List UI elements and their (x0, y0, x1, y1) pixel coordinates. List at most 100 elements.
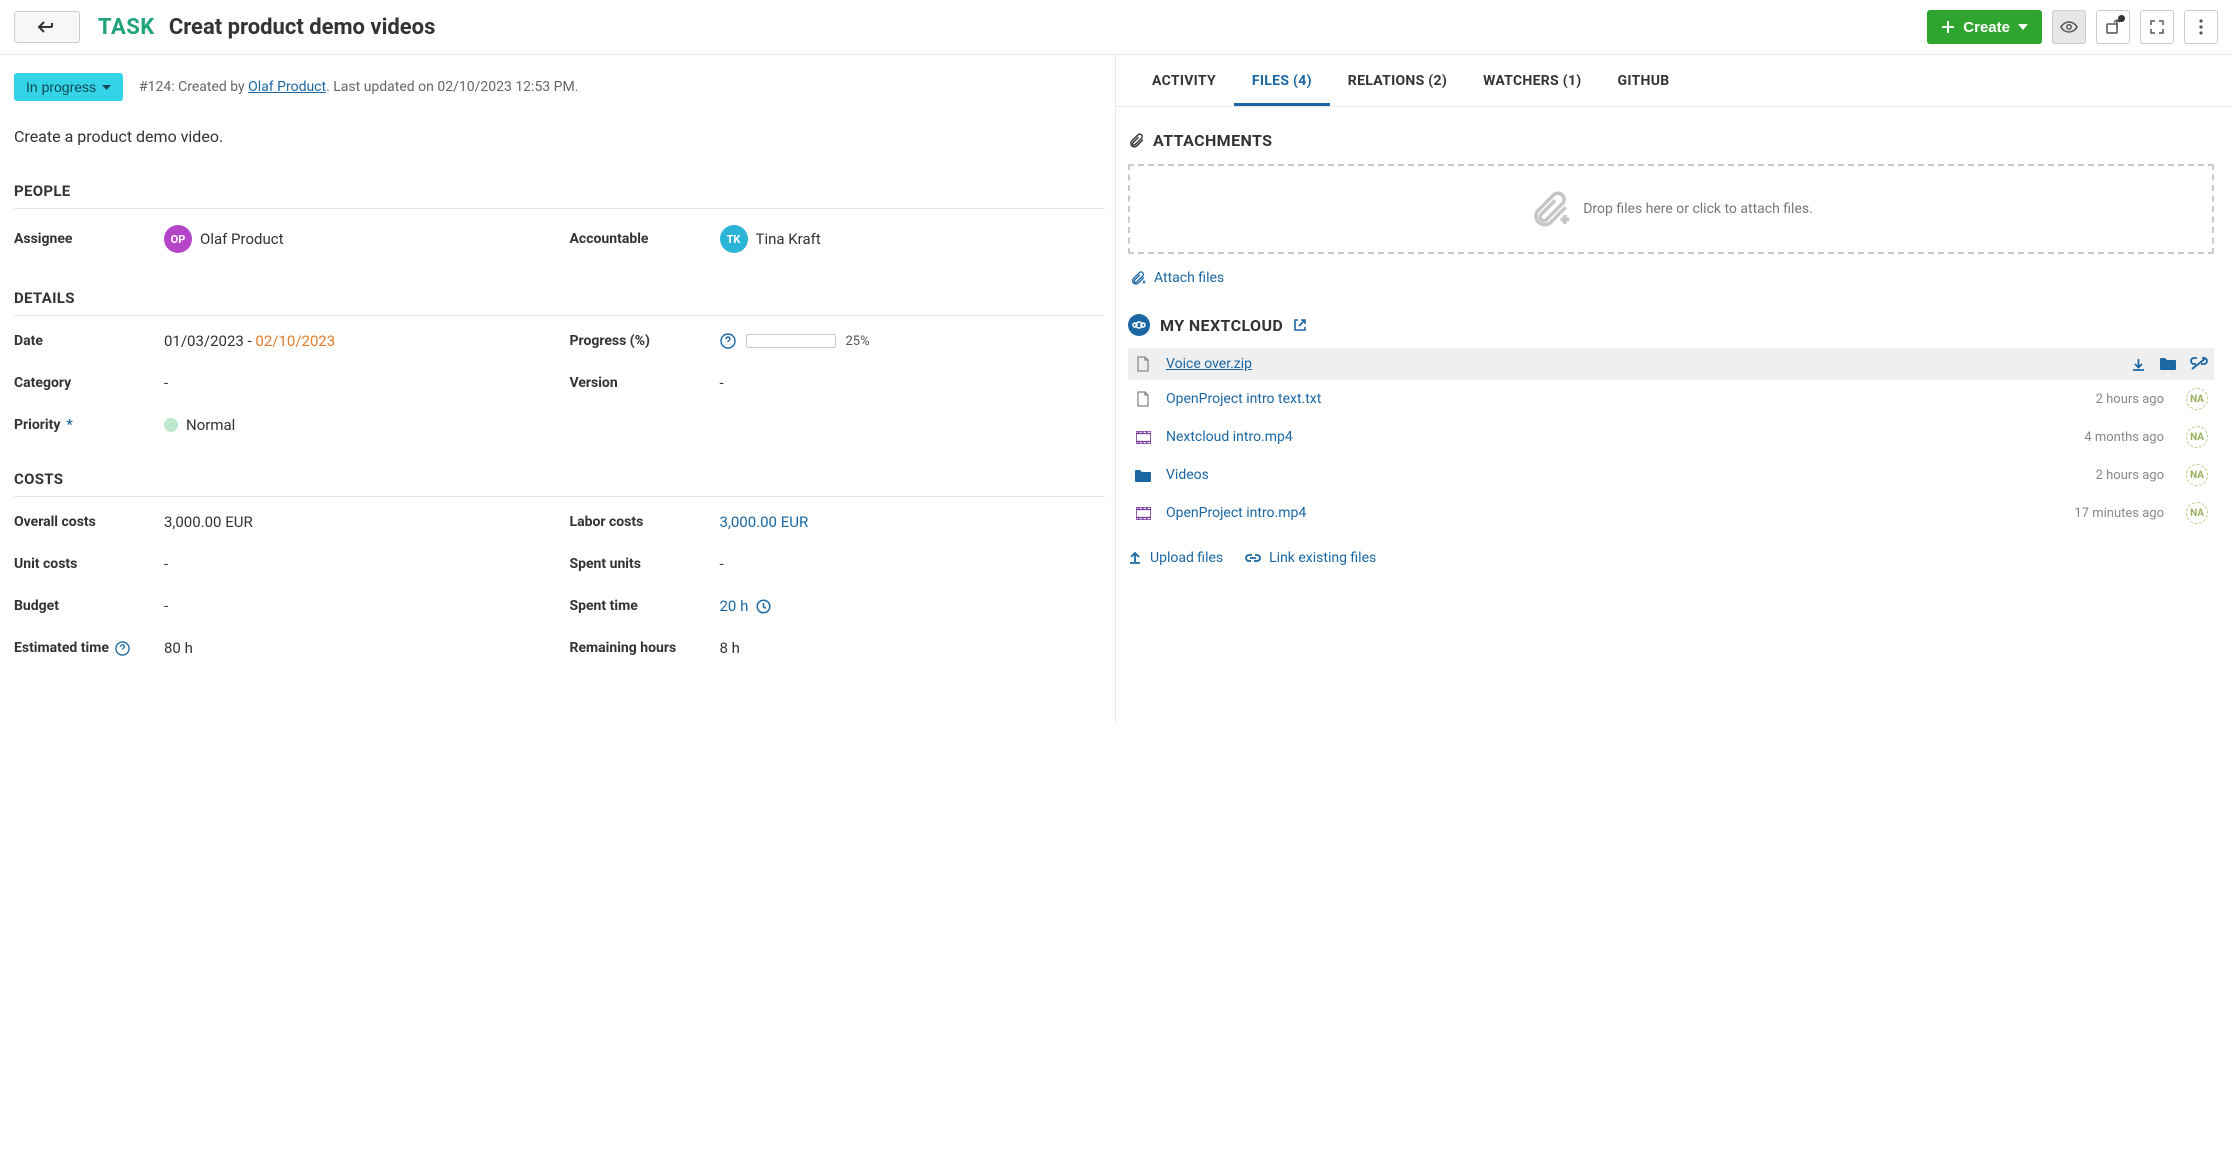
attachments-dropzone[interactable]: Drop files here or click to attach files… (1128, 164, 2214, 254)
accountable-avatar: TK (720, 225, 748, 253)
file-row-actions (2131, 357, 2208, 372)
share-button[interactable] (2096, 10, 2130, 44)
remaining-hours-value[interactable]: 8 h (720, 639, 1106, 657)
watch-button[interactable] (2052, 10, 2086, 44)
tab-relations[interactable]: RELATIONS (2) (1330, 55, 1465, 106)
spent-time-value[interactable]: 20 h (720, 597, 1106, 615)
estimated-time-value[interactable]: 80 h (164, 639, 550, 657)
status-label: In progress (26, 79, 96, 95)
status-row: In progress #124: Created by Olaf Produc… (14, 73, 1105, 101)
nextcloud-file-list: Voice over.zip OpenProject intro text.txt… (1128, 348, 2214, 532)
tab-watchers[interactable]: WATCHERS (1) (1465, 55, 1599, 106)
nextcloud-file-row[interactable]: Videos2 hours agoNA (1128, 456, 2214, 494)
dropzone-text: Drop files here or click to attach files… (1583, 201, 1813, 217)
spent-units-value: - (720, 555, 1106, 573)
category-value[interactable]: - (164, 374, 550, 392)
unit-costs-value: - (164, 555, 550, 573)
file-icon (1134, 356, 1152, 372)
owner-badge: NA (2186, 426, 2208, 448)
help-icon[interactable] (115, 641, 130, 656)
nextcloud-file-row[interactable]: OpenProject intro.mp4 17 minutes ago NA (1128, 494, 2214, 532)
create-button[interactable]: Create (1927, 10, 2042, 44)
category-label: Category (14, 375, 164, 391)
tab-activity[interactable]: ACTIVITY (1134, 55, 1234, 106)
assignee-value[interactable]: OP Olaf Product (164, 225, 550, 253)
upload-files-link[interactable]: Upload files (1128, 550, 1223, 566)
attach-files-link[interactable]: Attach files (1130, 270, 1224, 286)
progress-percent: 25% (846, 334, 870, 349)
file-name[interactable]: Videos (1166, 467, 2082, 483)
open-folder-icon[interactable] (2160, 357, 2176, 372)
back-button[interactable] (14, 11, 80, 43)
file-name[interactable]: Nextcloud intro.mp4 (1166, 429, 2070, 445)
status-dropdown[interactable]: In progress (14, 73, 123, 101)
download-icon[interactable] (2131, 357, 2146, 372)
costs-fields: Overall costs 3,000.00 EUR Labor costs 3… (14, 513, 1105, 657)
task-type-label: TASK (98, 15, 155, 40)
nextcloud-bottom-links: Upload files Link existing files (1128, 550, 2214, 566)
paperclip-icon (1128, 132, 1145, 149)
nextcloud-file-row[interactable]: Voice over.zip (1128, 348, 2214, 380)
task-title[interactable]: Creat product demo videos (169, 15, 436, 40)
fullscreen-button[interactable] (2140, 10, 2174, 44)
tab-github[interactable]: GITHUB (1600, 55, 1688, 106)
file-icon (1134, 391, 1152, 407)
labor-costs-value[interactable]: 3,000.00 EUR (720, 513, 1106, 531)
overall-costs-label: Overall costs (14, 514, 164, 530)
date-value[interactable]: 01/03/2023 - 02/10/2023 (164, 332, 550, 350)
tab-files[interactable]: FILES (4) (1234, 55, 1330, 106)
assignee-avatar: OP (164, 225, 192, 253)
more-button[interactable] (2184, 10, 2218, 44)
video-icon (1134, 507, 1152, 520)
top-actions: Create (1927, 10, 2218, 44)
notification-dot-icon (2118, 15, 2125, 22)
video-icon (1134, 431, 1152, 444)
priority-value[interactable]: Normal (164, 416, 550, 434)
details-heading: DETAILS (14, 289, 1105, 307)
task-description[interactable]: Create a product demo video. (14, 127, 1105, 146)
accountable-value[interactable]: TK Tina Kraft (720, 225, 1106, 253)
plus-icon (1941, 20, 1955, 34)
divider (14, 496, 1105, 497)
file-ago: 17 minutes ago (2074, 506, 2164, 521)
paperclip-plus-icon (1529, 188, 1571, 230)
estimated-time-label: Estimated time (14, 640, 164, 656)
link-icon (1245, 552, 1261, 564)
owner-badge: NA (2186, 502, 2208, 524)
chevron-down-icon (2018, 24, 2028, 30)
folder-icon (1134, 469, 1152, 482)
main-content: In progress #124: Created by Olaf Produc… (0, 55, 2232, 723)
chevron-down-icon (102, 85, 111, 90)
nextcloud-heading: MY NEXTCLOUD (1128, 314, 2214, 336)
right-body: ATTACHMENTS Drop files here or click to … (1116, 107, 2232, 596)
file-name[interactable]: Voice over.zip (1166, 356, 2117, 372)
tabs: ACTIVITY FILES (4) RELATIONS (2) WATCHER… (1116, 55, 2232, 107)
file-name[interactable]: OpenProject intro.mp4 (1166, 505, 2060, 521)
nextcloud-file-row[interactable]: Nextcloud intro.mp4 4 months ago NA (1128, 418, 2214, 456)
file-name[interactable]: OpenProject intro text.txt (1166, 391, 2082, 407)
divider (14, 208, 1105, 209)
left-pane: In progress #124: Created by Olaf Produc… (0, 55, 1116, 723)
eye-icon (2060, 21, 2078, 33)
nextcloud-file-row[interactable]: OpenProject intro text.txt2 hours agoNA (1128, 380, 2214, 418)
progress-bar (746, 334, 836, 348)
clock-icon (756, 599, 771, 614)
unlink-icon[interactable] (2190, 357, 2208, 372)
version-value[interactable]: - (720, 374, 1106, 392)
top-bar: TASK Creat product demo videos Create (0, 0, 2232, 55)
attachments-heading: ATTACHMENTS (1128, 131, 2214, 150)
overall-costs-value: 3,000.00 EUR (164, 513, 550, 531)
link-existing-files-link[interactable]: Link existing files (1245, 550, 1376, 566)
owner-badge: NA (2186, 464, 2208, 486)
file-ago: 4 months ago (2084, 430, 2164, 445)
author-link[interactable]: Olaf Product (248, 79, 326, 95)
spent-units-label: Spent units (570, 556, 720, 572)
priority-dot-icon (164, 418, 178, 432)
progress-value[interactable]: 25% (720, 333, 1106, 349)
progress-label: Progress (%) (570, 333, 720, 349)
external-link-icon[interactable] (1293, 318, 1307, 332)
right-pane: ACTIVITY FILES (4) RELATIONS (2) WATCHER… (1116, 55, 2232, 723)
fullscreen-icon (2150, 20, 2164, 34)
help-icon[interactable] (720, 333, 736, 349)
budget-value[interactable]: - (164, 597, 550, 615)
